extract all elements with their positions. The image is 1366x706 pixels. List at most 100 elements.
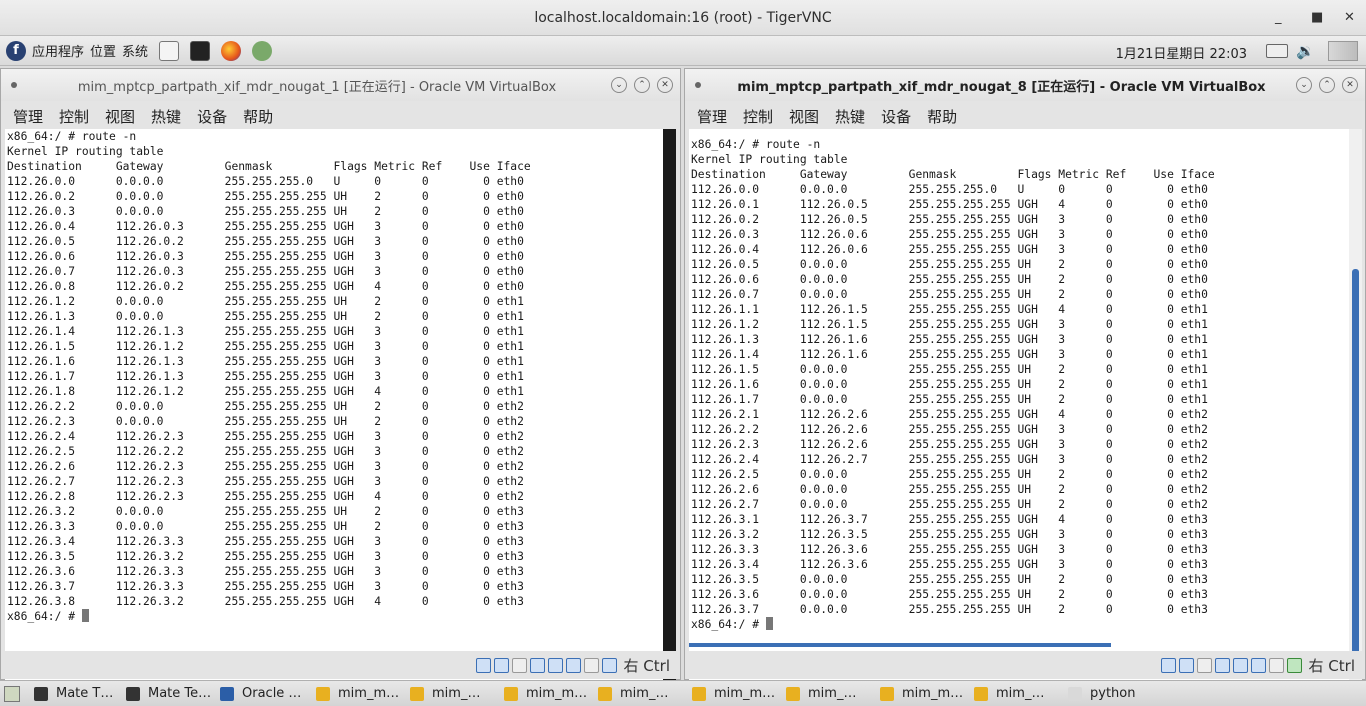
host-key-label: 右 Ctrl — [623, 656, 670, 675]
vm8-maximize-button[interactable]: ⌃ — [1319, 77, 1335, 93]
fedora-logo-icon[interactable]: f — [6, 40, 26, 61]
bottom-taskbar: Mate T… Mate Te… Oracle … mim_m… mim_… mim_m…… — [0, 680, 1366, 706]
close-button[interactable]: ✕ — [1344, 10, 1355, 25]
firefox-icon[interactable] — [221, 40, 242, 61]
vm1-vertical-scrollbar[interactable] — [663, 129, 676, 703]
terminal-line: 112.26.3.3 112.26.3.6 255.255.255.255 UG… — [691, 543, 1208, 556]
network-status-icon[interactable] — [529, 657, 545, 673]
vm-icon — [692, 686, 706, 701]
taskbar-button[interactable]: mim_… — [968, 682, 1062, 706]
terminal-line: 112.26.2.3 0.0.0.0 255.255.255.255 UH 2 … — [7, 415, 524, 428]
terminal-line: 112.26.2.3 112.26.2.6 255.255.255.255 UG… — [691, 438, 1208, 451]
hdd-status-icon[interactable] — [1160, 657, 1176, 673]
terminal-prompt-line[interactable]: x86_64:/ # — [7, 609, 661, 624]
menu-control[interactable]: 控制 — [59, 106, 89, 127]
menu-control[interactable]: 控制 — [743, 106, 773, 127]
taskbar-button[interactable]: mim_… — [780, 682, 874, 706]
terminal-line: 112.26.1.5 0.0.0.0 255.255.255.255 UH 2 … — [691, 363, 1208, 376]
menu-help[interactable]: 帮助 — [927, 106, 957, 127]
taskbar-button[interactable]: Mate Te… — [120, 682, 214, 706]
network-status-icon[interactable] — [1214, 657, 1230, 673]
menu-devices[interactable]: 设备 — [197, 106, 227, 127]
mouse-integration-icon[interactable] — [1286, 657, 1302, 673]
vm8-vertical-scrollbar[interactable] — [1349, 129, 1362, 703]
terminal-line: 112.26.1.1 112.26.1.5 255.255.255.255 UG… — [691, 303, 1208, 316]
taskbar-button[interactable]: Mate T… — [28, 682, 120, 706]
terminal-line: 112.26.1.6 0.0.0.0 255.255.255.255 UH 2 … — [691, 378, 1208, 391]
vm-window-1-header[interactable]: mim_mptcp_partpath_xif_mdr_nougat_1 [正在运… — [1, 69, 680, 101]
menu-hotkey[interactable]: 热键 — [835, 106, 865, 127]
menu-view[interactable]: 视图 — [105, 106, 135, 127]
taskbar-button[interactable]: Oracle … — [214, 682, 310, 706]
terminal-cursor — [81, 609, 89, 622]
text-editor-icon[interactable] — [159, 40, 180, 61]
menu-help[interactable]: 帮助 — [243, 106, 273, 127]
vm8-scrollbar-thumb[interactable] — [1352, 269, 1359, 659]
taskbar-items: Mate T… Mate Te… Oracle … mim_m… mim_… mim_m…… — [28, 682, 1144, 706]
window-menu-dot-icon[interactable] — [11, 82, 17, 88]
vm-icon — [880, 686, 894, 701]
vm-window-8-header[interactable]: mim_mptcp_partpath_xif_mdr_nougat_8 [正在运… — [685, 69, 1365, 101]
places-menu[interactable]: 位置 — [90, 41, 116, 60]
taskbar-button[interactable]: mim_m… — [498, 682, 592, 706]
window-menu-dot-icon[interactable] — [695, 82, 701, 88]
menu-manage[interactable]: 管理 — [13, 106, 43, 127]
audio-status-icon[interactable] — [1196, 657, 1212, 673]
hdd-status-icon[interactable] — [475, 657, 491, 673]
menu-hotkey[interactable]: 热键 — [151, 106, 181, 127]
capture-status-icon[interactable] — [583, 657, 599, 673]
usb-status-icon[interactable] — [547, 657, 563, 673]
terminal-line: x86_64:/ # route -n — [7, 130, 137, 143]
menu-view[interactable]: 视图 — [789, 106, 819, 127]
vm8-minimize-button[interactable]: ⌄ — [1296, 77, 1312, 93]
minimize-button[interactable]: _ — [1275, 10, 1282, 25]
show-desktop-icon[interactable] — [4, 685, 20, 702]
taskbar-button[interactable]: python — [1062, 682, 1144, 706]
screenshot-tool-icon[interactable] — [252, 40, 273, 61]
usb-status-icon[interactable] — [1232, 657, 1248, 673]
taskbar-button[interactable]: mim_… — [404, 682, 498, 706]
shared-folder-status-icon[interactable] — [565, 657, 581, 673]
virtualbox-icon — [220, 686, 234, 701]
terminal-launcher-icon[interactable] — [190, 40, 211, 61]
capture-status-icon[interactable] — [1268, 657, 1284, 673]
terminal-line: Destination Gateway Genmask Flags Metric… — [691, 168, 1215, 181]
vm8-close-button[interactable]: ✕ — [1342, 77, 1358, 93]
terminal-line: 112.26.1.7 112.26.1.3 255.255.255.255 UG… — [7, 370, 524, 383]
vm-window-8-title: mim_mptcp_partpath_xif_mdr_nougat_8 [正在运… — [737, 79, 1266, 95]
terminal-line: 112.26.1.5 112.26.1.2 255.255.255.255 UG… — [7, 340, 524, 353]
applications-menu[interactable]: 应用程序 — [32, 41, 84, 60]
terminal-line: 112.26.0.2 112.26.0.5 255.255.255.255 UG… — [691, 213, 1208, 226]
vm1-terminal-output: x86_64:/ # route -n Kernel IP routing tab… — [5, 129, 663, 624]
panel-clock[interactable]: 1月21日星期日 22:03 — [1116, 43, 1247, 62]
taskbar-button[interactable]: mim_… — [592, 682, 686, 706]
vm8-guest-screen[interactable]: x86_64:/ # route -n Kernel IP routing tab… — [689, 129, 1349, 703]
system-menu[interactable]: 系统 — [122, 41, 148, 60]
vm1-guest-screen[interactable]: x86_64:/ # route -n Kernel IP routing tab… — [5, 129, 663, 703]
shared-folder-status-icon[interactable] — [1250, 657, 1266, 673]
vm1-minimize-button[interactable]: ⌄ — [611, 77, 627, 93]
audio-status-icon[interactable] — [511, 657, 527, 673]
vm8-horizontal-scrollbar[interactable] — [689, 643, 1111, 647]
terminal-line: 112.26.3.6 0.0.0.0 255.255.255.255 UH 2 … — [691, 588, 1208, 601]
maximize-button[interactable]: ■ — [1311, 10, 1323, 25]
optical-status-icon[interactable] — [1178, 657, 1194, 673]
terminal-cursor — [765, 617, 773, 630]
taskbar-button-label: mim_… — [620, 686, 669, 701]
keyboard-icon[interactable] — [1266, 44, 1288, 58]
volume-icon[interactable]: 🔉 — [1296, 42, 1315, 60]
terminal-prompt: x86_64:/ # — [7, 610, 82, 623]
vm1-close-button[interactable]: ✕ — [657, 77, 673, 93]
menu-manage[interactable]: 管理 — [697, 106, 727, 127]
menu-devices[interactable]: 设备 — [881, 106, 911, 127]
vm1-maximize-button[interactable]: ⌃ — [634, 77, 650, 93]
taskbar-button[interactable]: mim_m… — [686, 682, 780, 706]
terminal-line: Kernel IP routing table — [7, 145, 164, 158]
network-icon[interactable] — [1328, 41, 1358, 61]
taskbar-button[interactable]: mim_m… — [874, 682, 968, 706]
terminal-prompt-line[interactable]: x86_64:/ # — [691, 617, 1347, 632]
terminal-line: 112.26.0.6 112.26.0.3 255.255.255.255 UG… — [7, 250, 524, 263]
taskbar-button[interactable]: mim_m… — [310, 682, 404, 706]
mouse-integration-icon[interactable] — [601, 657, 617, 673]
optical-status-icon[interactable] — [493, 657, 509, 673]
